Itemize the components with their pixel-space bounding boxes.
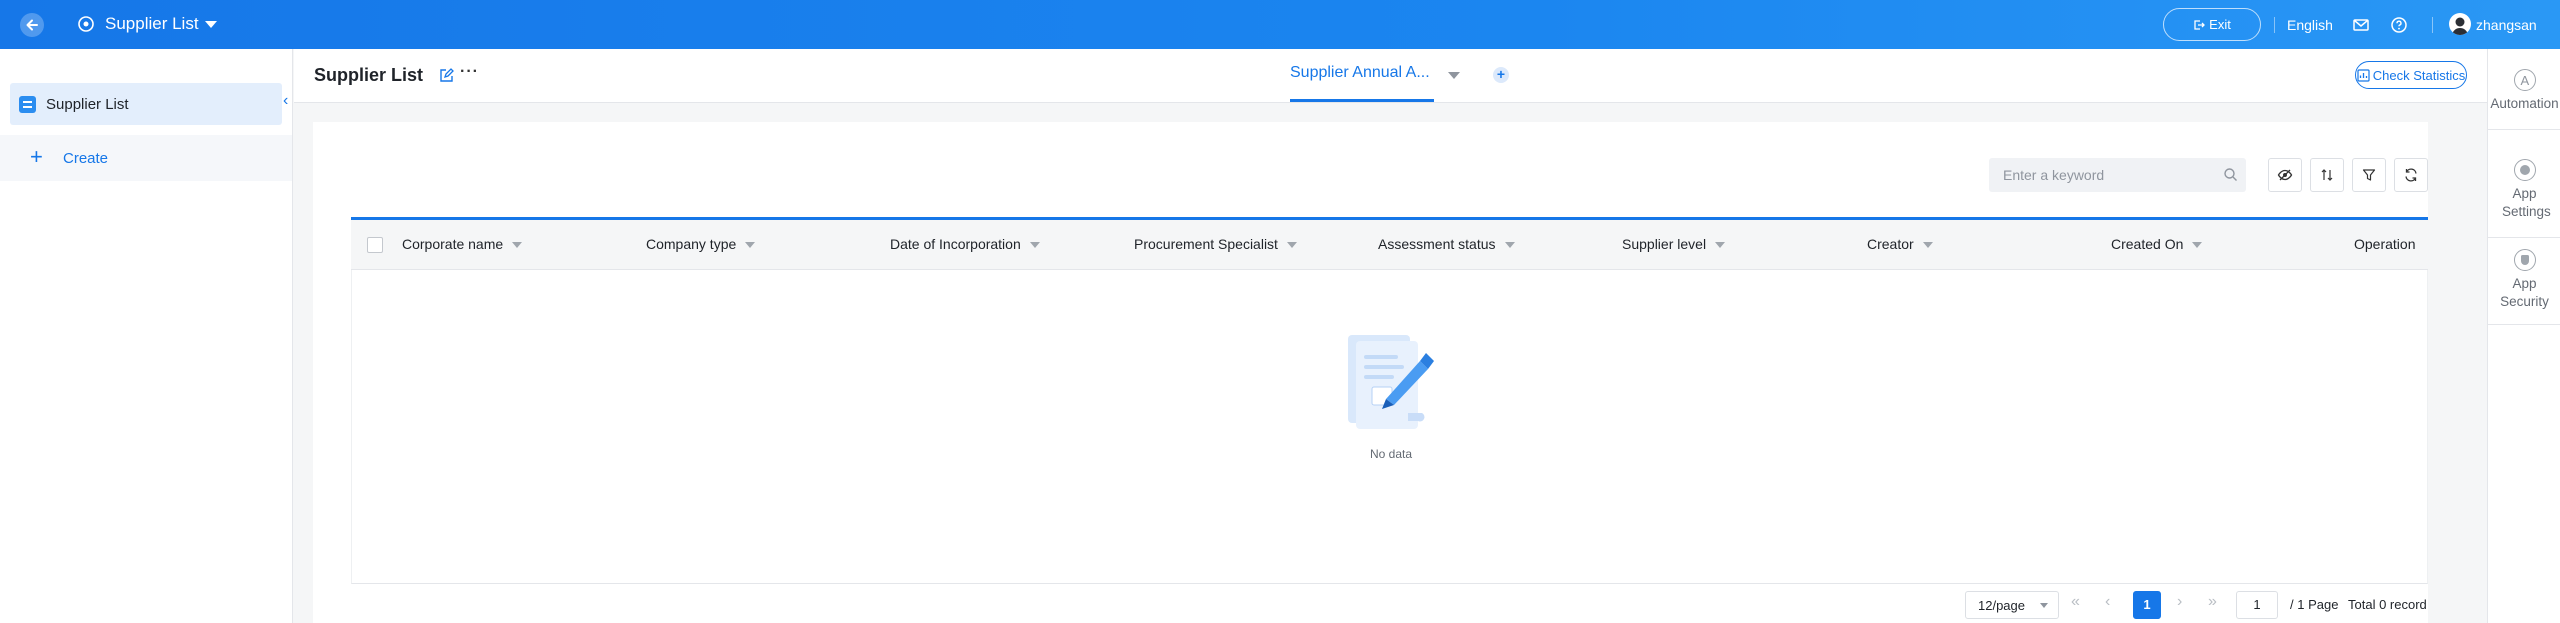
arrow-left-icon — [26, 19, 38, 31]
page-header: Supplier List ··· Supplier Annual A... +… — [294, 49, 2487, 103]
shield-icon — [2513, 249, 2536, 271]
page-number-current[interactable]: 1 — [2133, 591, 2161, 619]
divider — [2274, 17, 2275, 33]
top-bar: Supplier List Exit English zhangsan — [0, 0, 2560, 49]
exit-label: Exit — [2209, 17, 2231, 32]
sidebar-item-label: Supplier List — [46, 96, 129, 113]
content-card: Enter a keyword Corporate name Company t… — [313, 122, 2428, 623]
more-icon[interactable]: ··· — [460, 63, 479, 81]
select-all-checkbox[interactable] — [367, 237, 383, 253]
app-settings-label: App Settings — [2502, 186, 2551, 219]
app-security-label: App Security — [2500, 276, 2549, 309]
column-label: Supplier level — [1622, 236, 1707, 252]
automation-button[interactable]: A Automation — [2488, 69, 2560, 113]
caret-down-icon[interactable] — [1715, 242, 1726, 249]
sort-button[interactable] — [2310, 158, 2344, 192]
caret-down-icon[interactable] — [745, 242, 756, 249]
search-placeholder: Enter a keyword — [2003, 167, 2105, 183]
language-switch[interactable]: English — [2287, 17, 2333, 33]
tab-supplier-annual-assessment[interactable]: Supplier Annual A... — [1290, 64, 1430, 82]
add-view-button[interactable]: + — [1493, 67, 1509, 83]
mail-icon[interactable] — [2352, 16, 2370, 34]
avatar[interactable] — [2449, 13, 2471, 35]
divider — [2488, 324, 2560, 325]
column-header-date-of-incorporation[interactable]: Date of Incorporation — [890, 236, 1040, 252]
app-title[interactable]: Supplier List — [105, 14, 199, 34]
app-settings-button[interactable]: App Settings — [2488, 159, 2560, 221]
back-button[interactable] — [20, 13, 44, 37]
column-header-procurement-specialist[interactable]: Procurement Specialist — [1134, 236, 1297, 252]
app-switcher-chevron-icon[interactable] — [205, 21, 217, 28]
right-rail: A Automation App Settings App Security — [2487, 49, 2560, 623]
app-icon — [78, 16, 94, 32]
column-label: Procurement Specialist — [1134, 236, 1278, 252]
exit-button[interactable]: Exit — [2163, 8, 2261, 41]
search-icon[interactable] — [2223, 167, 2238, 182]
column-header-company-type[interactable]: Company type — [646, 236, 756, 252]
edit-icon[interactable] — [439, 68, 454, 83]
column-label: Assessment status — [1378, 236, 1496, 252]
app-security-button[interactable]: App Security — [2488, 249, 2560, 311]
collapse-sidebar-icon[interactable]: ‹ — [283, 92, 288, 110]
divider — [2488, 237, 2560, 238]
active-tab-indicator — [1290, 99, 1434, 102]
caret-down-icon[interactable] — [1922, 242, 1933, 249]
last-page-icon[interactable]: » — [2208, 593, 2217, 611]
page-jump-input[interactable]: 1 — [2236, 591, 2278, 619]
eye-off-icon — [2277, 169, 2293, 181]
hide-fields-button[interactable] — [2268, 158, 2302, 192]
column-label: Corporate name — [402, 236, 504, 252]
gear-icon — [2513, 159, 2536, 181]
sidebar: Supplier List + Create — [0, 49, 293, 623]
empty-document-icon — [1348, 335, 1434, 429]
divider — [2488, 129, 2560, 130]
prev-page-icon[interactable]: ‹ — [2105, 593, 2110, 611]
caret-down-icon[interactable] — [2192, 242, 2203, 249]
refresh-button[interactable] — [2394, 158, 2428, 192]
first-page-icon[interactable]: « — [2071, 593, 2080, 611]
column-label: Date of Incorporation — [890, 236, 1021, 252]
filter-icon — [2362, 169, 2376, 181]
sort-icon — [2321, 169, 2333, 181]
page-size-select[interactable]: 12/page — [1965, 591, 2059, 619]
caret-down-icon[interactable] — [1286, 242, 1297, 249]
create-button[interactable]: + Create — [0, 135, 292, 181]
user-avatar-icon — [2452, 17, 2468, 35]
column-label: Operation — [2354, 236, 2416, 252]
exit-icon — [2194, 19, 2206, 30]
create-label: Create — [63, 150, 109, 167]
next-page-icon[interactable]: › — [2177, 593, 2182, 611]
column-header-operation: Operation — [2354, 236, 2415, 252]
column-header-supplier-level[interactable]: Supplier level — [1622, 236, 1726, 252]
column-label: Company type — [646, 236, 737, 252]
column-header-creator[interactable]: Creator — [1867, 236, 1933, 252]
chart-icon — [2357, 68, 2370, 82]
column-label: Created On — [2111, 236, 2184, 252]
automation-icon: A — [2513, 69, 2536, 91]
check-statistics-button[interactable]: Check Statistics — [2355, 61, 2467, 89]
username[interactable]: zhangsan — [2476, 17, 2537, 33]
sidebar-item-supplier-list[interactable]: Supplier List — [10, 83, 282, 125]
help-icon[interactable] — [2390, 16, 2408, 34]
automation-label: Automation — [2490, 96, 2559, 111]
refresh-icon — [2405, 168, 2417, 182]
caret-down-icon[interactable] — [1504, 242, 1515, 249]
table-header: Corporate name Company type Date of Inco… — [351, 220, 2428, 270]
column-header-corporate-name[interactable]: Corporate name — [402, 236, 523, 252]
column-label: Creator — [1867, 236, 1914, 252]
chevron-down-icon[interactable] — [1448, 72, 1460, 79]
list-icon — [19, 96, 36, 113]
filter-button[interactable] — [2352, 158, 2386, 192]
column-header-assessment-status[interactable]: Assessment status — [1378, 236, 1515, 252]
total-records: Total 0 record — [2348, 597, 2427, 612]
caret-down-icon[interactable] — [1029, 242, 1040, 249]
check-statistics-label: Check Statistics — [2372, 67, 2466, 83]
column-header-created-on[interactable]: Created On — [2111, 236, 2203, 252]
page-title: Supplier List — [314, 65, 424, 85]
empty-state-text: No data — [1370, 447, 1413, 461]
divider — [2432, 17, 2433, 33]
plus-icon: + — [30, 144, 43, 169]
total-pages: / 1 Page — [2290, 597, 2339, 612]
caret-down-icon[interactable] — [512, 242, 523, 249]
